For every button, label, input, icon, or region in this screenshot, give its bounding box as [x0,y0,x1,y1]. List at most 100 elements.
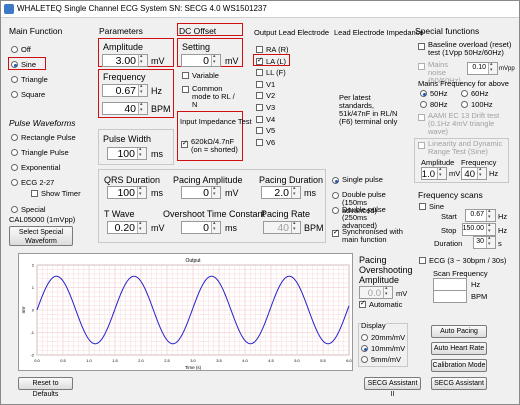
pacing-duration-spinner[interactable] [291,185,300,198]
pulse-waveform-radio-1[interactable] [11,149,18,156]
calibration-mode-button[interactable]: Calibration Mode [431,359,487,372]
lead-label-5: V3 [266,103,276,112]
sine-scan-checkbox[interactable] [419,203,426,210]
display-mode-radio-0[interactable] [361,334,368,341]
dc-setting-input[interactable]: 0 [181,53,221,67]
scan-start-input[interactable]: 0.67 [465,208,496,222]
baseline-checkbox[interactable] [418,43,425,50]
t-wave-unit: mV [151,223,165,233]
pulse-mode-radio-0[interactable] [332,177,339,184]
qrs-duration-label: QRS Duration [104,175,161,185]
pulse-mode-radio-2[interactable] [332,207,339,214]
main-function-radio-3[interactable] [11,91,18,98]
special-radio[interactable] [11,206,18,213]
scan-bpm-field [433,290,467,303]
amplitude-spinner[interactable] [138,53,147,66]
reset-defaults-button[interactable]: Reset to Defaults [18,377,73,398]
lead-checkbox-0[interactable] [256,46,263,53]
mains-noise-spinner[interactable] [488,61,497,74]
lead-checkbox-4[interactable] [256,92,263,100]
t-wave-spinner[interactable] [137,220,146,233]
pacing-rate-spinner[interactable] [291,220,300,233]
mains-freq-radio-1[interactable] [461,90,468,97]
lead-label-8: V6 [266,137,276,147]
lin-frequency-spinner[interactable] [477,166,486,179]
lead-checkbox-7[interactable] [256,127,263,135]
display-mode-radio-2[interactable] [361,356,368,363]
pacing-rate-input[interactable]: 40 [263,220,301,234]
pulse-mode-radio-1[interactable] [332,192,339,199]
x-tick-label: 5.0 [294,358,300,363]
scan-start-label: Start [441,212,457,221]
scan-duration-spinner[interactable] [486,235,495,248]
mains-noise-checkbox[interactable] [418,63,425,70]
overshoot-tc-input[interactable]: 0 [181,220,221,234]
mains-freq-radio-3[interactable] [461,101,468,108]
secg-assistant-button[interactable]: SECG Assistant [431,377,487,390]
scan-stop-spinner[interactable] [486,222,495,235]
scan-duration-input[interactable]: 30 [473,235,496,249]
qrs-duration-spinner[interactable] [137,185,146,198]
lin-amplitude-spinner[interactable] [437,166,446,179]
overshoot-tc-label: Overshoot Time Constant [163,209,266,219]
pulse-waveform-radio-3[interactable] [11,179,18,186]
lin-frequency-input[interactable]: 40 [461,166,487,180]
t-wave-input[interactable]: 0.20 [107,220,147,234]
pacing-amplitude-label: Pacing Amplitude [173,175,243,185]
linearity-checkbox[interactable] [418,142,425,149]
lead-checkbox-2[interactable] [256,69,263,77]
frequency-input[interactable]: 0.67 [102,83,148,97]
show-timer-checkbox[interactable] [31,190,38,197]
pacing-amplitude-input[interactable]: 0 [181,185,221,199]
secg-assistant-ii-button[interactable]: SECG Assistant II [364,377,421,398]
aami-drift-checkbox[interactable] [418,114,425,121]
main-function-radio-0[interactable] [11,46,18,53]
frequency-spinner[interactable] [138,83,147,96]
synchronised-checkbox[interactable] [332,228,339,237]
scan-bpm-unit: BPM [471,292,488,301]
auto-heart-rate-button[interactable]: Auto Heart Rate [431,342,487,355]
lead-checkbox-8[interactable] [256,138,263,146]
auto-pacing-button[interactable]: Auto Pacing [431,325,487,338]
lead-checkbox-3[interactable] [256,80,263,88]
lin-amplitude-value: 1.0 [421,169,435,180]
scan-stop-label: Stop [441,226,457,235]
common-mode-checkbox[interactable] [182,86,189,93]
y-tick-label: -1 [30,330,34,335]
main-function-label-3: Square [21,90,46,99]
pacing-duration-input[interactable]: 2.0 [261,185,301,199]
main-function-radio-2[interactable] [11,76,18,83]
lead-checkbox-6[interactable] [256,115,263,123]
qrs-duration-input[interactable]: 100 [107,185,147,199]
output-chart: Output 0.0 0.5 1.0 1.5 2.0 2.5 3.0 3.5 4.0 4.5 5.0 5… [18,253,353,371]
bpm-spinner[interactable] [138,101,147,114]
overshoot-tc-spinner[interactable] [211,220,220,233]
scan-start-spinner[interactable] [486,208,495,221]
impedance-checkbox[interactable] [181,139,188,148]
mains-freq-radio-0[interactable] [420,90,427,97]
pacing-overshoot-spinner[interactable] [383,285,392,298]
mains-frequency-label: Mains Frequency for above [418,79,509,88]
pulse-width-input[interactable]: 100 [107,146,147,160]
pacing-amplitude-spinner[interactable] [211,185,220,198]
select-special-waveform-button[interactable]: Select Special Waveform [9,226,73,246]
mains-noise-input[interactable]: 0.10 [467,61,498,75]
pulse-width-spinner[interactable] [137,146,146,159]
x-tick-label: 2.5 [164,358,170,363]
lin-amplitude-input[interactable]: 1.0 [421,166,447,180]
dc-setting-spinner[interactable] [211,53,220,66]
variable-checkbox[interactable] [182,72,189,79]
lead-checkbox-5[interactable] [256,104,263,111]
pulse-waveform-radio-0[interactable] [11,134,18,141]
pulse-waveform-label-0: Rectangle Pulse [21,133,76,142]
mains-freq-radio-2[interactable] [420,101,427,108]
bpm-input[interactable]: 40 [102,101,148,115]
pacing-overshoot-value: 0.0 [367,288,381,299]
automatic-checkbox[interactable] [359,299,366,308]
pacing-overshoot-input[interactable]: 0.0 [359,285,393,299]
ecg-scan-checkbox[interactable] [419,257,426,264]
pulse-waveform-radio-2[interactable] [11,164,18,171]
amplitude-input[interactable]: 3.00 [102,53,148,67]
display-mode-radio-1[interactable] [361,345,368,352]
special-functions-header: Special functions [415,26,480,36]
